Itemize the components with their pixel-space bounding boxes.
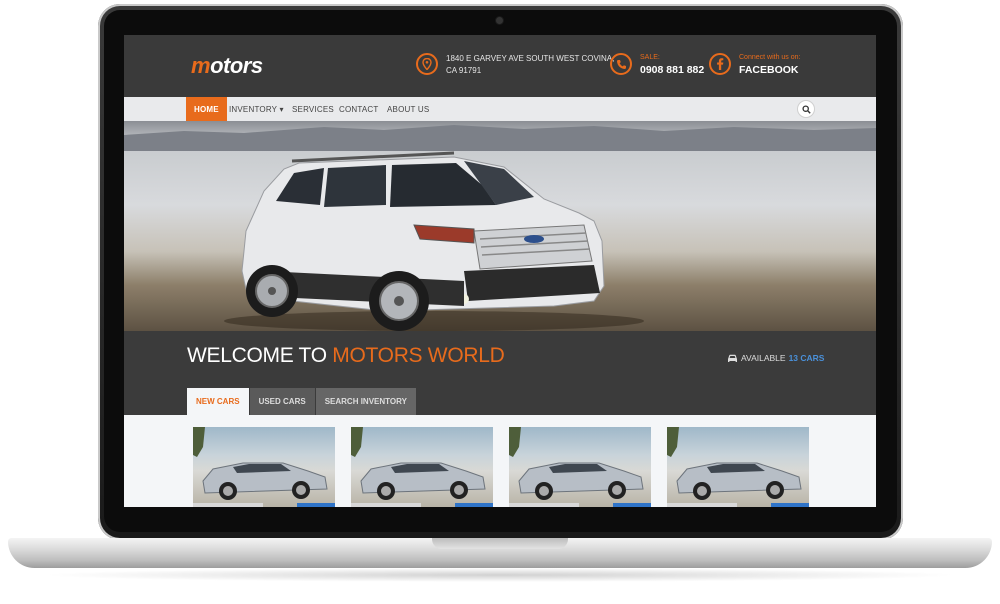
laptop-mockup: motors 1840 E GARVEY AVE SOUTH WEST COVI… (0, 0, 1000, 604)
website-screen: motors 1840 E GARVEY AVE SOUTH WEST COVI… (124, 35, 876, 507)
search-icon[interactable] (797, 100, 815, 118)
sale-phone[interactable]: 0908 881 882 (640, 63, 704, 77)
facebook-link[interactable]: FACEBOOK (739, 63, 800, 77)
car-card[interactable] (193, 427, 335, 507)
card-info-bar (193, 503, 263, 507)
address-block: 1840 E GARVEY AVE SOUTH WEST COVINA, CA … (416, 53, 614, 77)
welcome-section: WELCOME TO MOTORS WORLD AVAILABLE 13 CAR… (124, 331, 876, 415)
connect-label: Connect with us on: (739, 54, 801, 61)
tab-search-inventory[interactable]: SEARCH INVENTORY (315, 388, 416, 415)
car-card[interactable] (509, 427, 651, 507)
card-info-bar (667, 503, 737, 507)
phone-icon (610, 53, 632, 75)
address-line-2: CA 91791 (446, 66, 482, 75)
card-price-tag (613, 503, 651, 507)
car-listing (124, 415, 876, 507)
webcam (496, 17, 503, 24)
car-card[interactable] (667, 427, 809, 507)
car-icon (727, 354, 738, 363)
facebook-icon[interactable] (709, 53, 731, 75)
social-block: Connect with us on: FACEBOOK (709, 53, 800, 77)
car-thumbnail (667, 427, 802, 500)
welcome-prefix: WELCOME TO (187, 344, 333, 367)
card-info-bar (509, 503, 579, 507)
laptop-notch (432, 538, 568, 549)
site-header: motors 1840 E GARVEY AVE SOUTH WEST COVI… (124, 35, 876, 97)
available-count: 13 CARS (788, 353, 825, 363)
suv-image (224, 151, 644, 331)
address-line-1: 1840 E GARVEY AVE SOUTH WEST COVINA, (446, 54, 615, 63)
car-thumbnail (351, 427, 486, 500)
inventory-tabs: NEW CARS USED CARS SEARCH INVENTORY (187, 388, 417, 415)
welcome-heading: WELCOME TO MOTORS WORLD (187, 344, 505, 368)
logo-prefix: m (191, 53, 211, 78)
car-card[interactable] (351, 427, 493, 507)
card-price-tag (455, 503, 493, 507)
nav-item-about-us[interactable]: ABOUT US (379, 97, 437, 121)
welcome-highlight: MOTORS WORLD (332, 344, 505, 367)
car-thumbnail (193, 427, 328, 500)
hero-banner (124, 121, 876, 331)
site-logo[interactable]: motors (191, 53, 263, 79)
card-price-tag (771, 503, 809, 507)
logo-text: otors (210, 53, 263, 78)
card-price-tag (297, 503, 335, 507)
map-pin-icon (416, 53, 438, 75)
available-cars[interactable]: AVAILABLE 13 CARS (727, 353, 824, 363)
main-nav: HOME INVENTORY ▾ SERVICES CONTACT ABOUT … (124, 97, 876, 121)
card-info-bar (351, 503, 421, 507)
sale-block: SALE: 0908 881 882 (610, 53, 704, 77)
available-label: AVAILABLE (741, 353, 786, 363)
sale-label: SALE: (640, 54, 660, 61)
nav-item-inventory[interactable]: INVENTORY ▾ (221, 97, 292, 121)
car-thumbnail (509, 427, 644, 500)
tab-used-cars[interactable]: USED CARS (249, 388, 315, 415)
laptop-shadow (40, 568, 960, 582)
tab-new-cars[interactable]: NEW CARS (187, 388, 249, 415)
